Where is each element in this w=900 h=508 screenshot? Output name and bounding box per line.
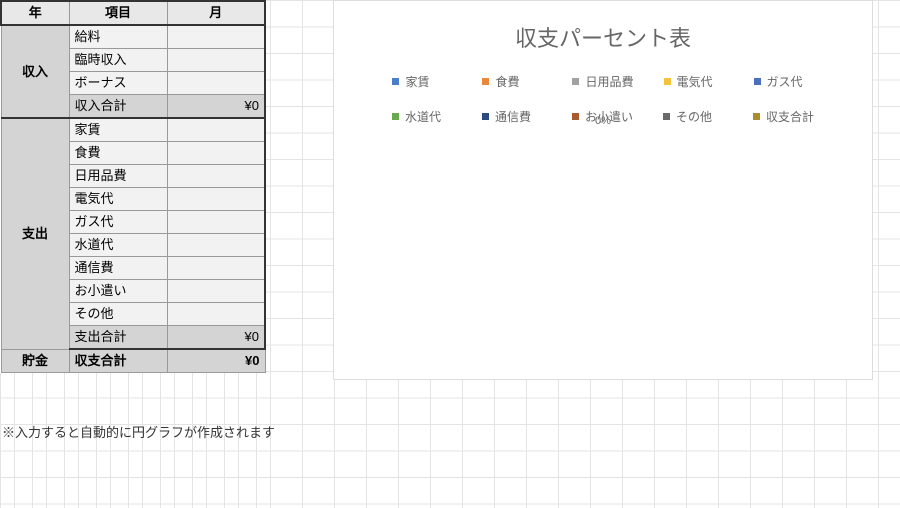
section-expense-label: 支出 <box>1 118 69 349</box>
expense-item: ガス代 <box>69 211 167 234</box>
expense-item: 家賃 <box>69 118 167 142</box>
legend-item: 食費 <box>482 73 542 90</box>
legend-item: 家賃 <box>392 73 452 90</box>
chart-title: 収支パーセント表 <box>334 21 872 53</box>
legend-label: ガス代 <box>767 73 803 90</box>
legend-label: その他 <box>676 108 712 125</box>
header-item: 項目 <box>69 1 167 25</box>
income-item: 給料 <box>69 25 167 49</box>
legend-marker-icon <box>482 78 489 85</box>
expense-cell[interactable] <box>167 280 265 303</box>
income-item: ボーナス <box>69 72 167 95</box>
budget-table: 年 項目 月 収入 給料 臨時収入 ボーナス 収入合計 ¥0 支出 家賃 食費 … <box>0 0 266 373</box>
legend-label: 食費 <box>495 73 519 90</box>
expense-cell[interactable] <box>167 257 265 280</box>
header-year: 年 <box>1 1 69 25</box>
expense-cell[interactable] <box>167 165 265 188</box>
legend-marker-icon <box>572 78 579 85</box>
income-item: 臨時収入 <box>69 49 167 72</box>
expense-cell[interactable] <box>167 234 265 257</box>
legend-label: 電気代 <box>677 73 713 90</box>
legend-label: 水道代 <box>405 108 441 125</box>
balance-value: ¥0 <box>167 349 265 373</box>
expense-item: 日用品費 <box>69 165 167 188</box>
note-text: ※入力すると自動的に円グラフが作成されます <box>2 422 275 441</box>
legend-item: 日用品費 <box>572 73 633 90</box>
expense-cell[interactable] <box>167 211 265 234</box>
income-cell[interactable] <box>167 49 265 72</box>
expense-item: 水道代 <box>69 234 167 257</box>
expense-item: 電気代 <box>69 188 167 211</box>
income-subtotal-label: 収入合計 <box>69 95 167 119</box>
expense-cell[interactable] <box>167 142 265 165</box>
legend-marker-icon <box>753 113 760 120</box>
legend-label: 通信費 <box>495 108 531 125</box>
legend-item: 収支合計 <box>753 108 814 125</box>
chart-panel[interactable]: 収支パーセント表 家賃 食費 日用品費 電気代 ガス代 水道代 通信費 お小遣い… <box>333 0 873 380</box>
legend-label: 収支合計 <box>766 108 814 125</box>
legend-marker-icon <box>754 78 761 85</box>
legend-marker-icon <box>392 113 399 120</box>
income-cell[interactable] <box>167 25 265 49</box>
legend-label: 日用品費 <box>585 73 633 90</box>
legend-marker-icon <box>392 78 399 85</box>
expense-cell[interactable] <box>167 188 265 211</box>
expense-subtotal-label: 支出合計 <box>69 326 167 350</box>
legend-marker-icon <box>482 113 489 120</box>
section-savings-label: 貯金 <box>1 349 69 373</box>
legend-marker-icon <box>664 78 671 85</box>
header-month: 月 <box>167 1 265 25</box>
legend-marker-icon <box>572 113 579 120</box>
expense-cell[interactable] <box>167 118 265 142</box>
legend-marker-icon <box>663 113 670 120</box>
legend-item: ガス代 <box>754 73 814 90</box>
expense-item: お小遣い <box>69 280 167 303</box>
expense-item: 食費 <box>69 142 167 165</box>
section-income-label: 収入 <box>1 25 69 118</box>
legend-item: 水道代 <box>392 108 452 125</box>
income-subtotal-value: ¥0 <box>167 95 265 119</box>
legend-item: その他 <box>663 108 723 125</box>
expense-subtotal-value: ¥0 <box>167 326 265 350</box>
expense-item: 通信費 <box>69 257 167 280</box>
legend-item: 電気代 <box>664 73 724 90</box>
balance-label: 収支合計 <box>69 349 167 373</box>
expense-cell[interactable] <box>167 303 265 326</box>
legend-item: 通信費 <box>482 108 542 125</box>
expense-item: その他 <box>69 303 167 326</box>
income-cell[interactable] <box>167 72 265 95</box>
legend-label: 家賃 <box>405 73 429 90</box>
